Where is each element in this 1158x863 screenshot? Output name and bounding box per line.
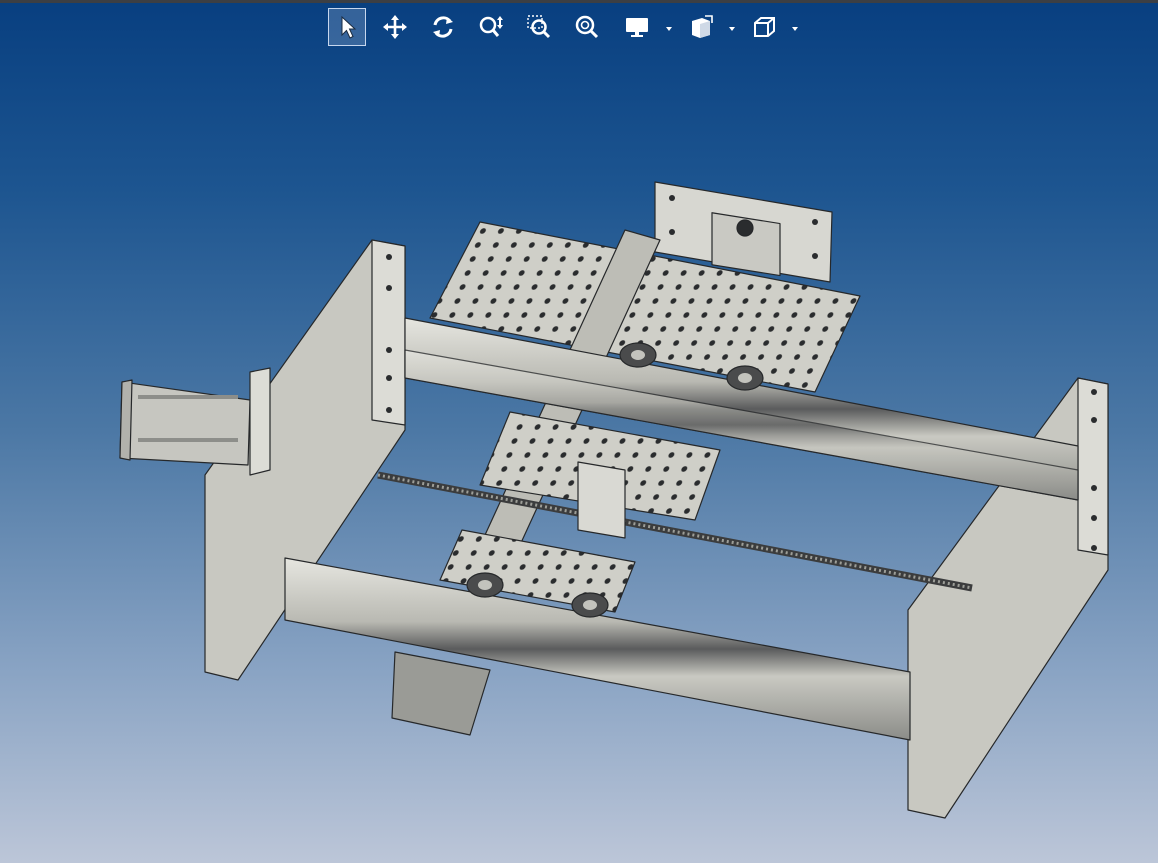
view-toolbar bbox=[0, 6, 1158, 48]
x-stepper-motor bbox=[119, 379, 251, 466]
zoom-interactive-icon bbox=[479, 16, 503, 37]
left-end-bracket bbox=[371, 239, 406, 426]
right-end-bracket bbox=[1077, 377, 1109, 556]
z-motor-body bbox=[391, 651, 491, 736]
select-arrow-icon bbox=[341, 15, 357, 39]
motor-mount-plate bbox=[249, 367, 271, 476]
zoom-window-button[interactable] bbox=[520, 8, 558, 46]
section-view-button[interactable] bbox=[682, 8, 720, 46]
view-orientation-button[interactable] bbox=[745, 8, 783, 46]
view-orientation-dropdown-icon[interactable] bbox=[790, 24, 800, 34]
rotate-tool-button[interactable] bbox=[424, 8, 462, 46]
section-view-dropdown-icon[interactable] bbox=[727, 24, 737, 34]
zoom-interactive-button[interactable] bbox=[472, 8, 510, 46]
display-style-button[interactable] bbox=[618, 8, 656, 46]
3d-viewport[interactable] bbox=[0, 0, 1158, 863]
zoom-fit-icon bbox=[575, 15, 599, 39]
display-monitor-icon bbox=[626, 18, 648, 37]
zoom-fit-button[interactable] bbox=[568, 8, 606, 46]
pan-arrows-icon bbox=[383, 15, 407, 39]
zoom-window-icon bbox=[527, 15, 551, 39]
section-view-icon bbox=[692, 15, 713, 38]
pan-tool-button[interactable] bbox=[376, 8, 414, 46]
display-style-dropdown-icon[interactable] bbox=[664, 24, 674, 34]
view-cube-icon bbox=[754, 17, 775, 37]
cad-model-gantry[interactable] bbox=[119, 181, 1109, 819]
motor-shaft-hole bbox=[736, 219, 754, 237]
screw-nut-carriage bbox=[577, 461, 626, 539]
select-tool-button[interactable] bbox=[328, 8, 366, 46]
rotate-icon bbox=[433, 16, 453, 38]
